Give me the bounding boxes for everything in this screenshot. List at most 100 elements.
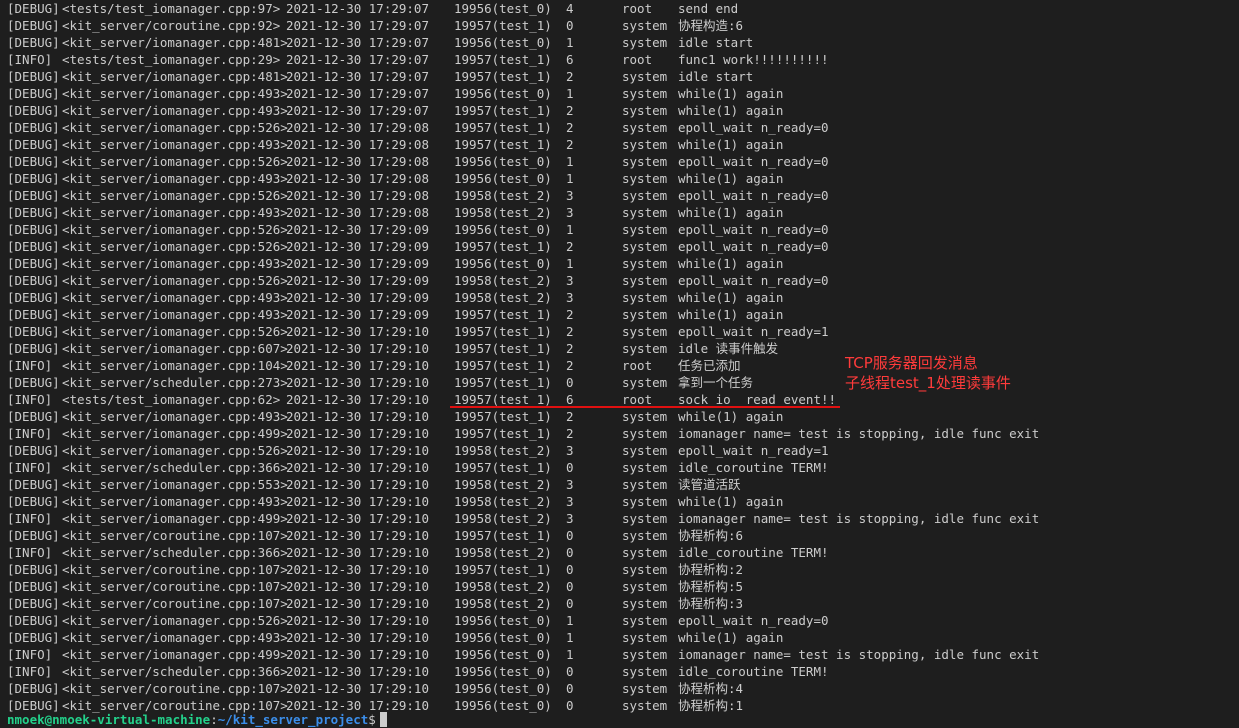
log-message: while(1) again bbox=[678, 103, 784, 118]
log-fiber-id: 2 bbox=[566, 69, 574, 84]
log-time: 2021-12-30 17:29:10 bbox=[286, 596, 429, 611]
log-logger: system bbox=[622, 630, 668, 645]
log-thread: 19957(test_1) bbox=[454, 52, 552, 67]
log-fiber-id: 0 bbox=[566, 681, 574, 696]
log-fiber-id: 2 bbox=[566, 307, 574, 322]
log-fiber-id: 0 bbox=[566, 528, 574, 543]
log-line: [INFO] <kit_server/scheduler.cpp:366> 2021… bbox=[0, 663, 1239, 680]
annotation-underline bbox=[450, 406, 840, 408]
log-logger: system bbox=[622, 375, 668, 390]
log-logger: system bbox=[622, 307, 668, 322]
log-line: [INFO] <kit_server/scheduler.cpp:366> 2021… bbox=[0, 544, 1239, 561]
log-line: [DEBUG] <kit_server/iomanager.cpp:526> 202… bbox=[0, 612, 1239, 629]
log-thread: 19957(test_1) bbox=[454, 307, 552, 322]
log-fiber-id: 0 bbox=[566, 460, 574, 475]
log-thread: 19956(test_0) bbox=[454, 664, 552, 679]
log-thread: 19957(test_1) bbox=[454, 426, 552, 441]
text-cursor bbox=[379, 712, 387, 727]
log-time: 2021-12-30 17:29:10 bbox=[286, 460, 429, 475]
log-level: [DEBUG] bbox=[7, 154, 60, 169]
log-source: <kit_server/iomanager.cpp:526> bbox=[62, 324, 288, 339]
log-time: 2021-12-30 17:29:10 bbox=[286, 664, 429, 679]
log-time: 2021-12-30 17:29:09 bbox=[286, 256, 429, 271]
log-line: [INFO] <tests/test_iomanager.cpp:29> 2021-… bbox=[0, 51, 1239, 68]
log-logger: system bbox=[622, 494, 668, 509]
log-source: <kit_server/iomanager.cpp:493> bbox=[62, 494, 288, 509]
log-message: while(1) again bbox=[678, 290, 784, 305]
log-time: 2021-12-30 17:29:08 bbox=[286, 137, 429, 152]
log-logger: system bbox=[622, 681, 668, 696]
log-level: [DEBUG] bbox=[7, 137, 60, 152]
log-thread: 19957(test_1) bbox=[454, 562, 552, 577]
log-logger: root bbox=[622, 1, 653, 16]
log-level: [DEBUG] bbox=[7, 69, 60, 84]
log-logger: system bbox=[622, 86, 668, 101]
log-line: [DEBUG] <kit_server/iomanager.cpp:493> 202… bbox=[0, 204, 1239, 221]
log-line: [DEBUG] <kit_server/iomanager.cpp:526> 202… bbox=[0, 272, 1239, 289]
log-source: <kit_server/iomanager.cpp:526> bbox=[62, 120, 288, 135]
log-source: <kit_server/scheduler.cpp:366> bbox=[62, 545, 288, 560]
log-source: <kit_server/coroutine.cpp:107> bbox=[62, 579, 288, 594]
log-line: [DEBUG] <kit_server/iomanager.cpp:493> 202… bbox=[0, 289, 1239, 306]
log-source: <kit_server/iomanager.cpp:493> bbox=[62, 256, 288, 271]
log-thread: 19957(test_1) bbox=[454, 375, 552, 390]
log-fiber-id: 3 bbox=[566, 477, 574, 492]
log-line: [DEBUG] <kit_server/scheduler.cpp:273> 202… bbox=[0, 374, 1239, 391]
log-thread: 19957(test_1) bbox=[454, 409, 552, 424]
prompt-user-host: nmoek@nmoek-virtual-machine bbox=[7, 712, 211, 727]
log-line: [INFO] <kit_server/iomanager.cpp:499> 2021… bbox=[0, 510, 1239, 527]
log-line: [DEBUG] <kit_server/iomanager.cpp:493> 202… bbox=[0, 629, 1239, 646]
log-message: while(1) again bbox=[678, 86, 784, 101]
log-message: while(1) again bbox=[678, 256, 784, 271]
log-level: [DEBUG] bbox=[7, 86, 60, 101]
log-source: <kit_server/iomanager.cpp:481> bbox=[62, 69, 288, 84]
log-source: <kit_server/iomanager.cpp:607> bbox=[62, 341, 288, 356]
log-logger: system bbox=[622, 579, 668, 594]
log-level: [DEBUG] bbox=[7, 1, 60, 16]
log-logger: system bbox=[622, 545, 668, 560]
log-line: [DEBUG] <kit_server/iomanager.cpp:493> 202… bbox=[0, 493, 1239, 510]
log-fiber-id: 1 bbox=[566, 630, 574, 645]
log-thread: 19957(test_1) bbox=[454, 103, 552, 118]
shell-prompt[interactable]: nmoek@nmoek-virtual-machine:~/kit_server… bbox=[7, 711, 387, 728]
log-source: <kit_server/iomanager.cpp:499> bbox=[62, 426, 288, 441]
log-message: idle 读事件触发 bbox=[678, 341, 779, 356]
log-message: 协程析构:4 bbox=[678, 681, 744, 696]
log-logger: system bbox=[622, 103, 668, 118]
log-message: 协程构造:6 bbox=[678, 18, 744, 33]
log-line: [DEBUG] <kit_server/iomanager.cpp:493> 202… bbox=[0, 85, 1239, 102]
log-logger: system bbox=[622, 460, 668, 475]
log-source: <kit_server/coroutine.cpp:107> bbox=[62, 596, 288, 611]
log-source: <kit_server/iomanager.cpp:526> bbox=[62, 239, 288, 254]
log-fiber-id: 3 bbox=[566, 494, 574, 509]
log-thread: 19956(test_0) bbox=[454, 222, 552, 237]
prompt-symbol: $ bbox=[368, 712, 376, 727]
log-source: <kit_server/iomanager.cpp:493> bbox=[62, 290, 288, 305]
log-level: [DEBUG] bbox=[7, 222, 60, 237]
log-level: [INFO] bbox=[7, 426, 53, 441]
terminal-output[interactable]: [DEBUG] <tests/test_iomanager.cpp:97> 2021… bbox=[0, 0, 1239, 728]
log-level: [DEBUG] bbox=[7, 630, 60, 645]
log-logger: system bbox=[622, 188, 668, 203]
log-thread: 19958(test_2) bbox=[454, 579, 552, 594]
annotation-text-line2: 子线程test_1处理读事件 bbox=[845, 374, 1011, 392]
log-level: [DEBUG] bbox=[7, 596, 60, 611]
log-message: 协程析构:6 bbox=[678, 528, 744, 543]
log-level: [INFO] bbox=[7, 460, 53, 475]
log-message: epoll_wait n_ready=0 bbox=[678, 154, 829, 169]
log-source: <kit_server/iomanager.cpp:493> bbox=[62, 137, 288, 152]
log-fiber-id: 3 bbox=[566, 443, 574, 458]
log-logger: system bbox=[622, 290, 668, 305]
log-source: <tests/test_iomanager.cpp:29> bbox=[62, 52, 281, 67]
prompt-separator: : bbox=[210, 712, 218, 727]
log-logger: system bbox=[622, 409, 668, 424]
log-time: 2021-12-30 17:29:07 bbox=[286, 86, 429, 101]
log-logger: system bbox=[622, 613, 668, 628]
log-time: 2021-12-30 17:29:10 bbox=[286, 477, 429, 492]
log-source: <kit_server/iomanager.cpp:493> bbox=[62, 171, 288, 186]
log-fiber-id: 0 bbox=[566, 545, 574, 560]
log-source: <kit_server/iomanager.cpp:526> bbox=[62, 273, 288, 288]
log-fiber-id: 1 bbox=[566, 647, 574, 662]
log-message: epoll_wait n_ready=0 bbox=[678, 613, 829, 628]
log-time: 2021-12-30 17:29:10 bbox=[286, 392, 429, 407]
